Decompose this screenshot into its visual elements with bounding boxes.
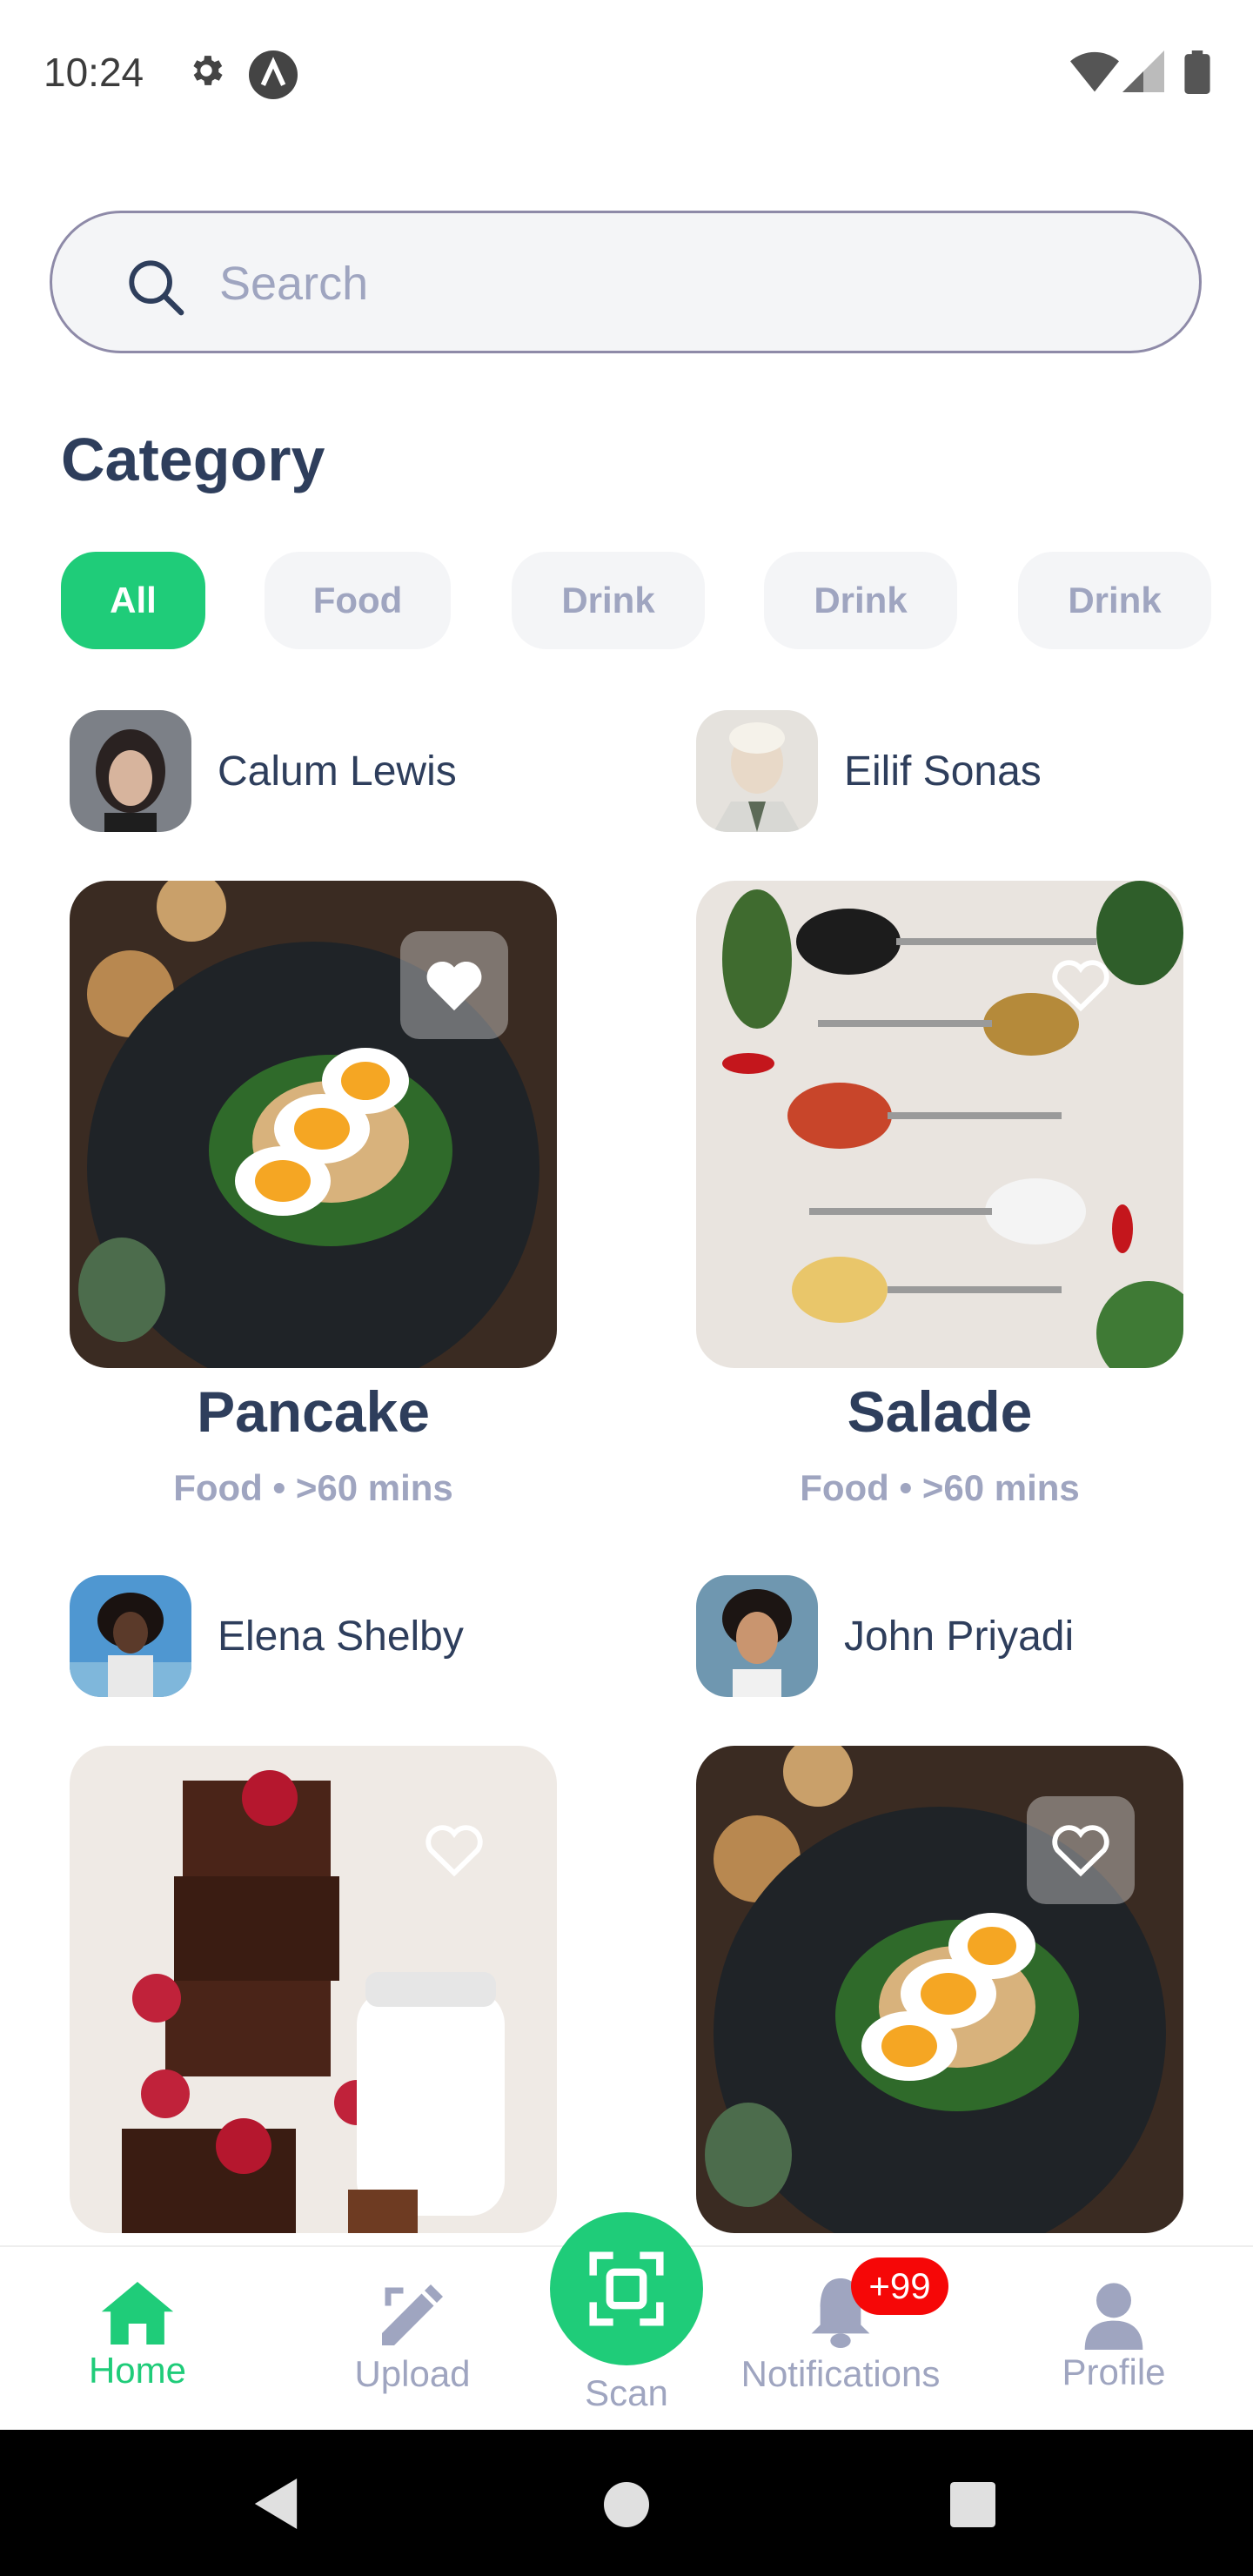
recipe-author[interactable]: Eilif Sonas [696,710,1042,832]
system-navigation-bar [0,2430,1253,2576]
recipe-image[interactable] [70,1746,557,2233]
status-time: 10:24 [44,50,144,95]
heart-outline-icon [1052,960,1109,1012]
heart-outline-icon [1052,1825,1109,1877]
nav-label: Profile [1062,2351,1166,2392]
scan-button[interactable] [550,2212,703,2365]
home-button-icon[interactable] [604,2482,649,2527]
recipe-author[interactable]: John Priyadi [696,1575,1074,1697]
nav-profile[interactable]: Profile [1053,2247,1175,2432]
recipe-image[interactable] [696,1746,1183,2233]
favorite-button[interactable] [400,1796,508,1904]
recipe-meta: Food • >60 mins [173,1467,453,1508]
heart-outline-icon [425,1825,483,1877]
recents-icon[interactable] [950,2482,995,2527]
nav-upload[interactable]: Upload [343,2247,482,2432]
chip-drink[interactable]: Drink [1018,552,1211,649]
wifi-icon [1070,51,1119,92]
battery-icon [1184,50,1210,94]
nav-home[interactable]: Home [77,2247,198,2432]
author-name: Calum Lewis [218,748,457,795]
chip-food[interactable]: Food [265,552,451,649]
favorite-button[interactable] [1027,931,1135,1039]
search-bar[interactable] [50,211,1202,353]
scan-icon [589,2251,664,2326]
search-icon [129,260,184,316]
avatar [70,1575,191,1697]
recipe-image[interactable] [696,881,1183,1368]
recipe-image[interactable] [70,881,557,1368]
avatar [696,1575,818,1697]
nav-label: Home [88,2350,187,2391]
recipe-title: Pancake [197,1379,430,1444]
recipe-author[interactable]: Elena Shelby [70,1575,464,1697]
heart-icon [426,961,482,1011]
author-name: Elena Shelby [218,1613,464,1660]
nav-label: Upload [354,2353,471,2394]
avatar [70,710,191,832]
favorite-button[interactable] [1027,1796,1135,1904]
chip-drink[interactable]: Drink [764,552,957,649]
recipe-title: Salade [847,1379,1033,1444]
status-bar: 10:24 [0,0,1253,148]
notification-badge: +99 [851,2257,948,2315]
person-icon [1084,2283,1143,2350]
favorite-button[interactable] [400,931,508,1039]
nav-label: Scan [585,2372,668,2413]
signal-icon [1122,50,1164,92]
nav-label: Notifications [740,2353,941,2394]
app-a-icon [249,50,298,99]
avatar [696,710,818,832]
home-icon [101,2282,174,2345]
author-name: Eilif Sonas [844,748,1042,795]
search-input[interactable] [218,246,1161,321]
gear-icon [193,56,223,85]
chip-drink[interactable]: Drink [512,552,705,649]
recipe-author[interactable]: Calum Lewis [70,710,457,832]
recipe-meta: Food • >60 mins [800,1467,1080,1508]
back-icon[interactable] [254,2479,298,2529]
category-title: Category [61,426,325,493]
author-name: John Priyadi [844,1613,1075,1660]
chip-all[interactable]: All [61,552,205,649]
edit-icon [382,2284,443,2345]
